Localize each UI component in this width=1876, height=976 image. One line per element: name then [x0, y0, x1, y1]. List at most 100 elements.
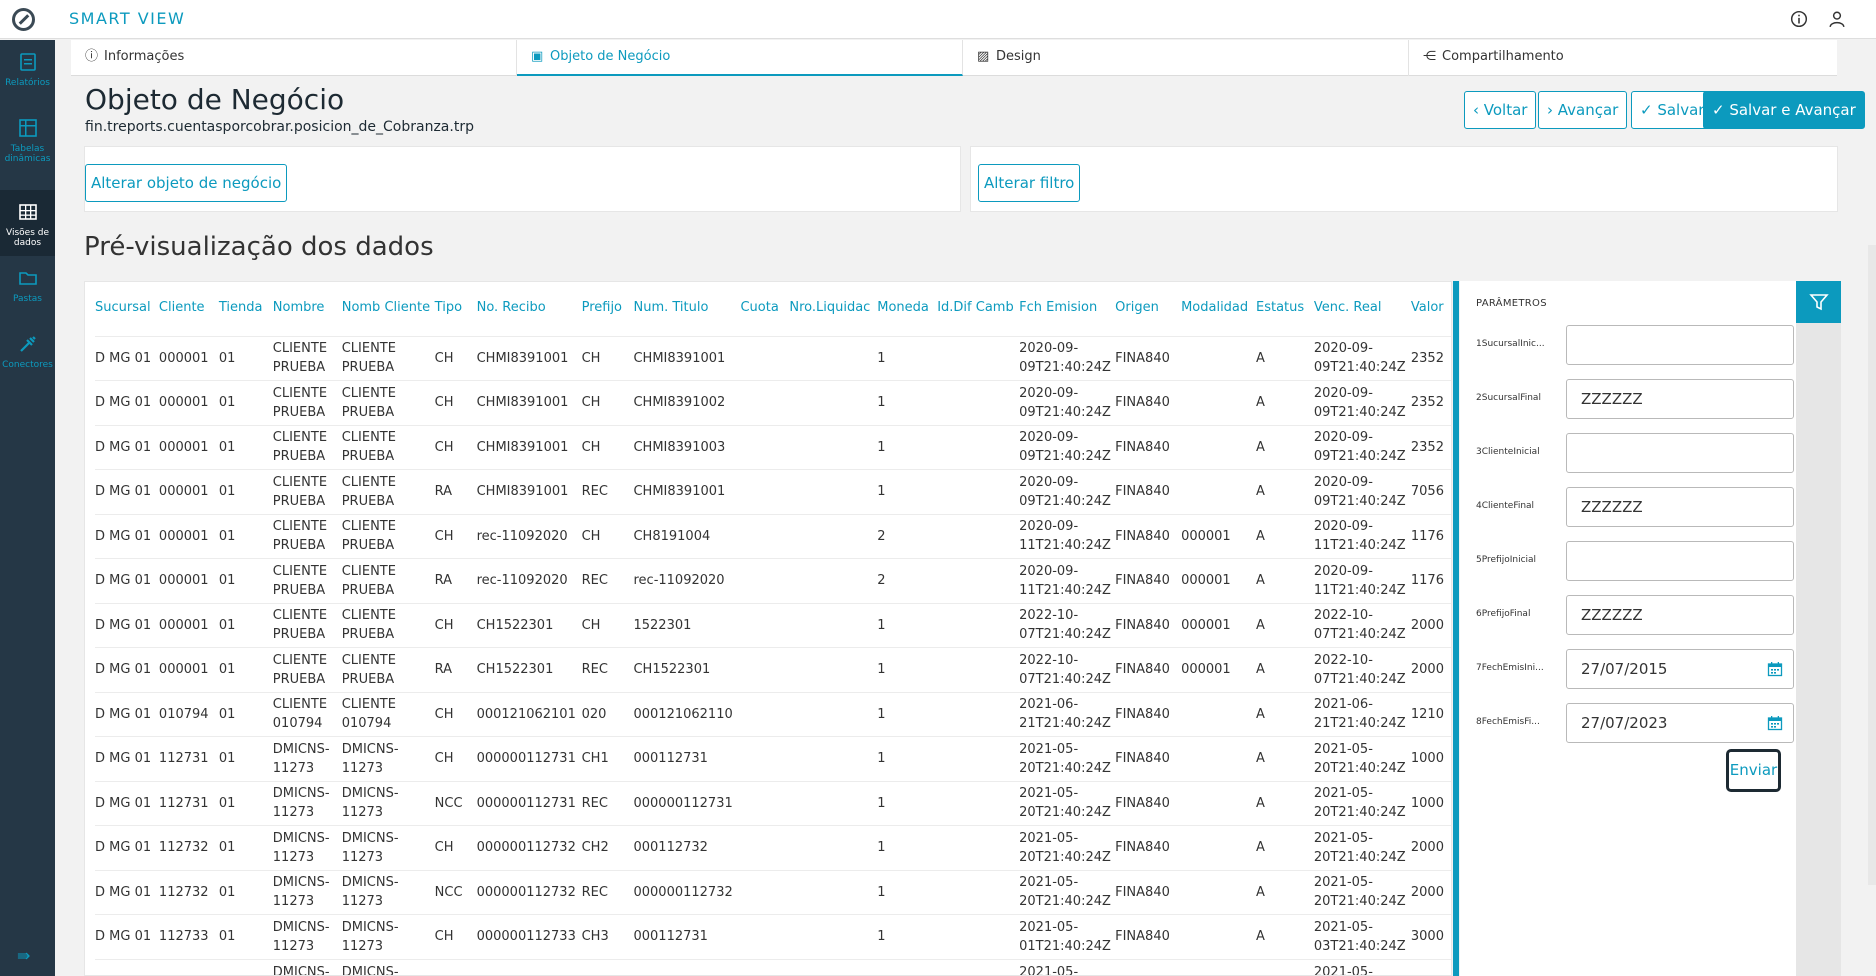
column-header[interactable]: Venc. Real — [1314, 282, 1411, 336]
table-row[interactable]: D MG 01 112732 01 DMICNS-11273 DMICNS-11273 C… — [95, 825, 1451, 870]
table-cell: NCC — [434, 869, 477, 915]
column-header[interactable]: Tipo — [435, 282, 477, 336]
table-cell: 2020-09-09T21:40:24Z — [1313, 380, 1411, 425]
nav-item-visoes[interactable]: Visões de dados — [0, 190, 55, 256]
table-cell: FINA840 — [1115, 424, 1182, 470]
table-row[interactable]: D MG 01 000001 01 CLIENTE PRUEBA CLIENTE PRU… — [95, 558, 1451, 603]
table-cell: 1000 — [1410, 736, 1451, 781]
nav-item-pastas[interactable]: Pastas — [0, 256, 55, 322]
column-header[interactable]: Sucursal — [95, 282, 159, 336]
table-cell: 000000112731 — [633, 780, 741, 826]
page-scrollbar[interactable] — [1868, 245, 1876, 885]
tab-compartilhamento[interactable]: ⋲ Compartilhamento — [1409, 40, 1837, 76]
table-row[interactable]: D MG 01 000001 01 CLIENTE PRUEBA CLIENTE PRU… — [95, 335, 1451, 381]
table-cell: CHMI8391002 — [633, 380, 741, 425]
parameter-label: 6PrefijoFinal — [1476, 609, 1531, 619]
tab-objeto-negocio[interactable]: ▣ Objeto de Negócio — [517, 40, 963, 76]
column-header[interactable]: Nomb Cliente — [342, 282, 435, 336]
column-header[interactable]: Valor — [1411, 282, 1451, 336]
column-header[interactable]: Tienda — [219, 282, 273, 336]
table-cell: 2020-09-09T21:40:24Z — [1313, 469, 1411, 514]
info-icon[interactable] — [1790, 10, 1808, 28]
change-filter-button[interactable]: Alterar filtro — [978, 164, 1081, 202]
calendar-icon[interactable] — [1767, 715, 1783, 731]
table-row[interactable]: D MG 0111273301DMICNS-11273DMICNS-11273N… — [95, 958, 1451, 975]
parameter-input[interactable]: ZZZZZZ — [1566, 487, 1794, 527]
table-cell: FINA840 — [1115, 736, 1182, 781]
column-header[interactable]: Origen — [1115, 282, 1181, 336]
save-button[interactable]: ✓ Salvar — [1631, 91, 1714, 129]
column-header[interactable]: Nombre — [273, 282, 342, 336]
column-header[interactable]: Cuota — [740, 282, 789, 336]
table-cell: A — [1255, 602, 1314, 648]
parameter-input[interactable]: ZZZZZZ — [1566, 379, 1794, 419]
nav-item-relatorios[interactable]: Relatórios — [0, 40, 55, 106]
table-cell: FINA840 — [1115, 380, 1182, 425]
column-header[interactable]: Id.Dif Camb — [937, 282, 1019, 336]
table-cell: 2020-09-09T21:40:24Z — [1313, 424, 1411, 470]
table-row[interactable]: D MG 01 112732 01 DMICNS-11273 DMICNS-11273 N… — [95, 869, 1451, 915]
table-row[interactable]: D MG 01 112733 01 DMICNS-11273 DMICNS-11273 C… — [95, 914, 1451, 959]
table-cell — [1181, 825, 1256, 870]
table-cell: CH — [581, 602, 634, 648]
table-cell: 2022-10-07T21:40:24Z — [1019, 647, 1116, 692]
table-row[interactable]: D MG 01 000001 01 CLIENTE PRUEBA CLIENTE PRU… — [95, 602, 1451, 648]
parameter-input[interactable]: ZZZZZZ — [1566, 595, 1794, 635]
table-cell: 2021-05-01T21:40:24Z — [1019, 914, 1116, 959]
table-cell: 2022-10-07T21:40:24Z — [1019, 602, 1116, 648]
table-row[interactable]: D MG 01 010794 01 CLIENTE 010794 CLIENTE 010… — [95, 691, 1451, 737]
table-cell — [740, 602, 790, 648]
table-row[interactable]: D MG 01 000001 01 CLIENTE PRUEBA CLIENTE PRU… — [95, 469, 1451, 514]
table-cell — [937, 602, 1020, 648]
table-cell: CH — [434, 513, 477, 559]
table-cell: A — [1255, 736, 1314, 781]
submit-button[interactable]: Enviar — [1726, 749, 1781, 792]
tab-informacoes[interactable]: ⓘ Informações — [71, 40, 517, 76]
column-header[interactable]: Moneda — [877, 282, 937, 336]
column-header[interactable]: Fch Emision — [1019, 282, 1115, 336]
table-cell: 1 — [877, 602, 938, 648]
column-header[interactable]: Modalidad — [1181, 282, 1256, 336]
nav-item-conectores[interactable]: Conectores — [0, 322, 55, 388]
save-and-next-button[interactable]: ✓ Salvar e Avançar — [1703, 91, 1865, 129]
table-row[interactable]: D MG 01 000001 01 CLIENTE PRUEBA CLIENTE PRU… — [95, 647, 1451, 692]
parameter-input[interactable] — [1566, 433, 1794, 473]
table-cell: REC — [581, 869, 634, 915]
table-row[interactable]: D MG 01 000001 01 CLIENTE PRUEBA CLIENTE PRU… — [95, 513, 1451, 559]
column-header[interactable]: Num. Titulo — [633, 282, 740, 336]
change-business-object-button[interactable]: Alterar objeto de negócio — [85, 164, 288, 202]
preview-title: Pré-visualização dos dados — [84, 232, 434, 262]
parameter-input[interactable]: 27/07/2023 — [1566, 703, 1794, 743]
nav-item-tabelas[interactable]: Tabelas dinâmicas — [0, 106, 55, 172]
parameter-label: 1SucursalInic... — [1476, 339, 1545, 349]
back-button[interactable]: ‹ Voltar — [1464, 91, 1537, 129]
table-row[interactable]: D MG 01 112731 01 DMICNS-11273 DMICNS-11273 C… — [95, 736, 1451, 781]
parameter-label: 8FechEmisFi... — [1476, 717, 1540, 727]
table-scrollbar[interactable] — [1453, 281, 1459, 976]
table-cell: CLIENTE PRUEBA — [272, 558, 342, 603]
next-button[interactable]: › Avançar — [1538, 91, 1628, 129]
parameter-input[interactable]: 27/07/2015 — [1566, 649, 1794, 689]
table-cell: 01 — [218, 825, 273, 870]
tab-design[interactable]: ▨ Design — [963, 40, 1409, 76]
filter-button[interactable] — [1796, 281, 1841, 323]
column-header[interactable]: Prefijo — [582, 282, 634, 336]
column-header[interactable]: No. Recibo — [477, 282, 582, 336]
expand-nav-icon[interactable]: ⇛ — [17, 946, 30, 965]
folder-icon — [18, 272, 37, 285]
table-cell: 1 — [877, 780, 938, 826]
calendar-icon[interactable] — [1767, 661, 1783, 677]
table-row[interactable]: D MG 01 112731 01 DMICNS-11273 DMICNS-11273 N… — [95, 780, 1451, 826]
table-row[interactable]: D MG 01 000001 01 CLIENTE PRUEBA CLIENTE PRU… — [95, 380, 1451, 425]
table-cell: 01 — [218, 469, 273, 514]
table-cell: RA — [434, 558, 477, 603]
column-header[interactable]: Estatus — [1256, 282, 1314, 336]
parameter-input[interactable] — [1566, 325, 1794, 365]
parameter-input[interactable] — [1566, 541, 1794, 581]
column-header[interactable]: Cliente — [159, 282, 219, 336]
column-header[interactable]: Nro.Liquidac — [789, 282, 877, 336]
table-cell: 1 — [877, 424, 938, 470]
user-icon[interactable] — [1828, 10, 1846, 28]
table-row[interactable]: D MG 01 000001 01 CLIENTE PRUEBA CLIENTE PRU… — [95, 424, 1451, 470]
app-logo-icon[interactable] — [12, 8, 35, 31]
